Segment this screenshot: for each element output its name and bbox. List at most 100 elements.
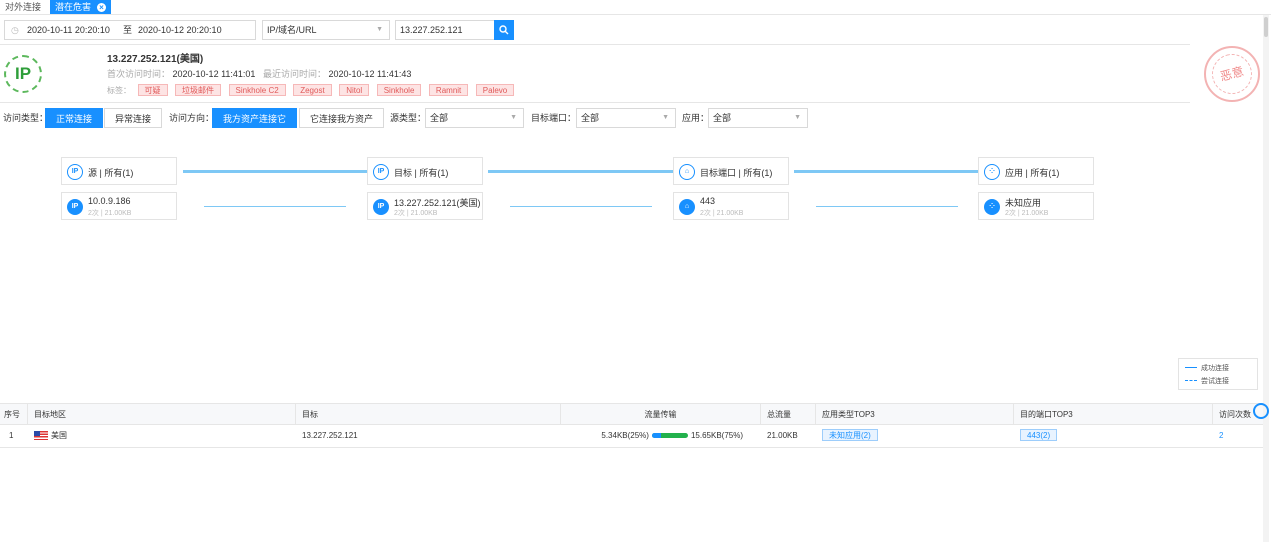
- target-port-label: 目标端口：: [531, 113, 577, 123]
- cell-total: 21.00KB: [767, 431, 798, 440]
- tab-potential-harm[interactable]: 潜在危害 ×: [50, 0, 112, 14]
- flow-header-label: 目标端口 | 所有(1): [700, 168, 773, 178]
- search-input[interactable]: 13.227.252.121: [395, 20, 495, 40]
- tag: 垃圾邮件: [175, 84, 222, 96]
- ip-icon: IP: [373, 199, 389, 215]
- cell-region: 美国: [28, 425, 296, 447]
- type-select[interactable]: IP/域名/URL ▼: [262, 20, 390, 40]
- cell-port: 443(2): [1014, 425, 1213, 447]
- cell-index: 1: [9, 431, 14, 440]
- clock-icon: ◷: [11, 25, 19, 35]
- scrollbar-thumb[interactable]: [1264, 17, 1268, 37]
- source-type-value: 全部: [430, 113, 449, 123]
- flow-header-target[interactable]: IP 目标 | 所有(1): [367, 157, 483, 185]
- date-range-picker[interactable]: ◷ 2020-10-11 20:20:10 至 2020-10-12 20:20…: [4, 20, 256, 40]
- first-visit-time: 2020-10-12 11:41:01: [172, 69, 256, 79]
- legend-success: 成功连接: [1201, 365, 1229, 372]
- legend-attempt: 尝试连接: [1201, 378, 1229, 385]
- flow-node-port[interactable]: ⌂ 443 2次 | 21.00KB: [673, 192, 789, 220]
- col-index: 序号: [0, 404, 28, 424]
- flow-node-app[interactable]: ⁘ 未知应用 2次 | 21.00KB: [978, 192, 1094, 220]
- date-separator: 至: [123, 25, 133, 35]
- tab-outbound[interactable]: 对外连接: [0, 0, 46, 14]
- chevron-down-icon: ▼: [662, 114, 669, 121]
- flow-header-app[interactable]: ⁘ 应用 | 所有(1): [978, 157, 1094, 185]
- table-header: 序号 目标地区 目标 流量传输 总流量 应用类型TOP3 目的端口TOP3 访问…: [0, 403, 1266, 425]
- scrollbar[interactable]: [1263, 15, 1269, 542]
- direction-outbound[interactable]: 我方资产连接它: [212, 108, 298, 128]
- col-port-top3: 目的端口TOP3: [1014, 404, 1213, 424]
- solid-line-icon: [1185, 367, 1197, 368]
- visit-type-label: 访问类型：: [3, 113, 49, 123]
- flow-connector: [183, 170, 367, 173]
- flow-header-port[interactable]: ⌂ 目标端口 | 所有(1): [673, 157, 789, 185]
- tag: Sinkhole: [376, 84, 422, 96]
- close-icon[interactable]: ×: [97, 3, 107, 12]
- traffic-down: 15.65KB(75%): [690, 431, 743, 440]
- flow-connector: [488, 170, 673, 173]
- flow-node-source[interactable]: IP 10.0.9.186 2次 | 21.00KB: [61, 192, 177, 220]
- ip-logo-icon: IP: [4, 55, 42, 93]
- col-app-top3: 应用类型TOP3: [816, 404, 1014, 424]
- direction-label: 访问方向：: [169, 113, 215, 123]
- flow-header-label: 源 | 所有(1): [88, 168, 134, 178]
- tag: 可疑: [137, 84, 168, 96]
- col-target: 目标: [296, 404, 561, 424]
- flow-node-title: 10.0.9.186: [88, 196, 131, 206]
- stamp-text: 恶意: [1207, 49, 1257, 99]
- app-pill[interactable]: 未知应用(2): [822, 429, 878, 441]
- bank-icon: ⌂: [679, 164, 695, 180]
- tag: Nitol: [339, 84, 370, 96]
- ip-icon: IP: [67, 164, 83, 180]
- tab-bar: 对外连接 潜在危害 ×: [0, 0, 1271, 15]
- flow-node-title: 443: [700, 196, 716, 206]
- table-row[interactable]: 1 美国 13.227.252.121 5.34KB(25%) 15.65KB(7…: [0, 425, 1266, 448]
- flow-node-sub: 2次 | 21.00KB: [88, 210, 132, 217]
- source-type-select[interactable]: 全部 ▼: [425, 108, 524, 128]
- flow-header-label: 应用 | 所有(1): [1005, 168, 1060, 178]
- visit-times: 首次访问时间： 2020-10-12 11:41:01 最近访问时间： 2020…: [107, 67, 411, 80]
- first-visit-label: 首次访问时间：: [107, 69, 171, 79]
- search-button[interactable]: [494, 20, 514, 40]
- chevron-down-icon: ▼: [376, 26, 383, 33]
- grid-icon: ⁘: [984, 199, 1000, 215]
- cell-app: 未知应用(2): [816, 425, 1014, 447]
- flow-link: [510, 206, 652, 207]
- source-type-label: 源类型：: [390, 113, 427, 123]
- port-pill[interactable]: 443(2): [1020, 429, 1058, 441]
- direction-inbound[interactable]: 它连接我方资产: [299, 108, 385, 128]
- cell-target: 13.227.252.121: [302, 431, 358, 440]
- traffic-bar: [651, 433, 688, 439]
- col-region: 目标地区: [28, 404, 296, 424]
- grid-icon: ⁘: [984, 164, 1000, 180]
- target-port-value: 全部: [581, 113, 600, 123]
- divider: [0, 44, 1190, 45]
- flow-connector: [794, 170, 978, 173]
- flow-node-sub: 2次 | 21.00KB: [700, 210, 744, 217]
- type-select-value: IP/域名/URL: [267, 25, 317, 35]
- flow-node-target[interactable]: IP 13.227.252.121(美国) 2次 | 21.00KB: [367, 192, 483, 220]
- app-select[interactable]: 全部 ▼: [708, 108, 808, 128]
- app-value: 全部: [713, 113, 732, 123]
- target-port-select[interactable]: 全部 ▼: [576, 108, 676, 128]
- date-start: 2020-10-11 20:20:10: [27, 25, 110, 35]
- col-traffic: 流量传输: [561, 404, 761, 424]
- tag: Palevo: [475, 84, 515, 96]
- ip-icon: IP: [373, 164, 389, 180]
- tag-list: 标签： 可疑 垃圾邮件 Sinkhole C2 Zegost Nitol Sin…: [107, 84, 519, 96]
- cell-traffic: 5.34KB(25%) 15.65KB(75%): [561, 425, 761, 447]
- ip-icon: IP: [67, 199, 83, 215]
- col-total: 总流量: [761, 404, 816, 424]
- cell-count[interactable]: 2: [1213, 425, 1266, 447]
- visit-type-abnormal[interactable]: 异常连接: [104, 108, 163, 128]
- ip-title: 13.227.252.121(美国): [107, 54, 204, 65]
- flow-header-source[interactable]: IP 源 | 所有(1): [61, 157, 177, 185]
- us-flag-icon: [34, 431, 48, 441]
- bank-icon: ⌂: [679, 199, 695, 215]
- tags-label: 标签：: [107, 86, 131, 95]
- flow-link: [816, 206, 958, 207]
- globe-icon[interactable]: [1253, 403, 1269, 419]
- visit-type-normal[interactable]: 正常连接: [45, 108, 104, 128]
- last-visit-label: 最近访问时间：: [262, 69, 326, 79]
- divider: [0, 102, 1190, 103]
